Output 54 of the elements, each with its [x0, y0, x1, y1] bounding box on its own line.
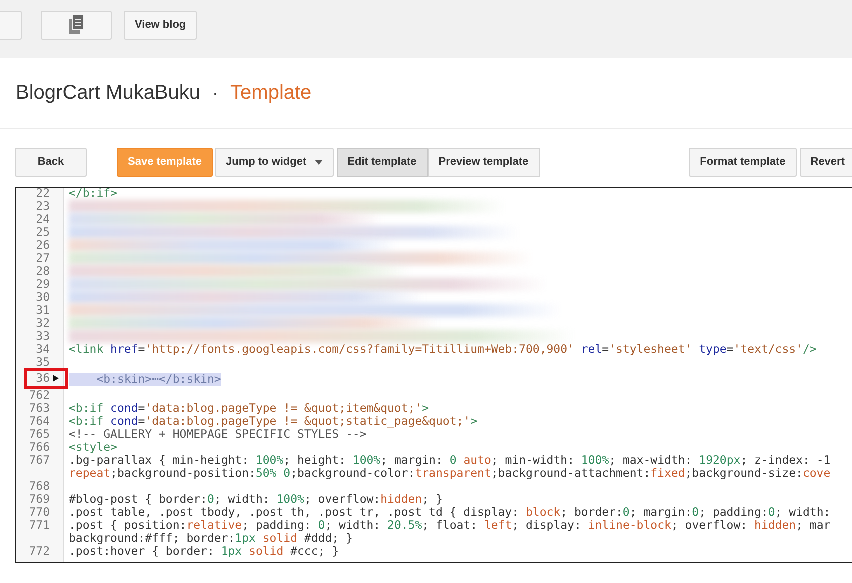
code-line: repeat;background-position:50% 0;background-color:transparent;background-attachment:fixed;background-size:cove	[69, 467, 832, 480]
code-line: .bg-parallax { min-height: 100%; height: 100%; margin: 0 auto; min-width: 100%; max-width: 1920px; z-index: -1	[69, 454, 832, 467]
line-number: 36	[36, 372, 50, 385]
pages-icon	[68, 15, 84, 35]
line-number: 23	[36, 200, 50, 213]
code-line: <b:if cond='data:blog.pageType != &quot;static_page&quot;'>	[69, 415, 479, 428]
line-number: 24	[36, 213, 50, 226]
fold-arrow-icon[interactable]	[53, 375, 59, 382]
line-number: 764	[29, 415, 50, 428]
code-line: <b:if cond='data:blog.pageType != &quot;item&quot;'>	[69, 402, 430, 415]
line-number: 762	[29, 389, 50, 402]
line-number: 769	[29, 493, 50, 506]
line-number: 763	[29, 402, 50, 415]
code-line: </b:if>	[69, 188, 118, 200]
title-separator: ·	[212, 82, 219, 104]
code-line: .post table, .post tbody, .post th, .post tr, .post td { display: block; border:0; margin:0; padding:0; width:	[69, 506, 832, 519]
line-number: 771	[29, 519, 50, 532]
toolbar-button[interactable]: Back	[15, 148, 87, 176]
line-number: 26	[36, 239, 50, 252]
toolbar-button[interactable]: Revert	[800, 148, 852, 176]
dropdown-button[interactable]: Jump to widget	[214, 148, 334, 176]
code-line: .post { position:relative; padding: 0; width: 20.5%; float: left; display: inline-block; overflow: hidden; mar	[69, 519, 832, 532]
line-number: 32	[36, 317, 50, 330]
line-number: 28	[36, 265, 50, 278]
line-number: 25	[36, 226, 50, 239]
mode-tab[interactable]: Edit template	[336, 148, 428, 176]
pages-button[interactable]	[41, 10, 112, 40]
code-line: .post:hover { border: 1px solid #ccc; }	[69, 545, 340, 558]
line-number: 765	[29, 428, 50, 441]
line-number: 22	[36, 188, 50, 200]
line-number: 770	[29, 506, 50, 519]
line-number: 772	[29, 545, 50, 558]
code-line: <link href='http://fonts.googleapis.com/css?family=Titillium+Web:700,900' rel='stylesheet' type='text/css'/>	[69, 343, 818, 356]
code-line: <!-- GALLERY + HOMEPAGE SPECIFIC STYLES -->	[69, 428, 367, 441]
toolbar-button[interactable]: Format template	[689, 148, 797, 176]
code-line: #blog-post { border:0; width: 100%; overflow:hidden; }	[69, 493, 444, 506]
caret-icon	[314, 160, 323, 164]
view-blog-button[interactable]: View blog	[124, 10, 198, 40]
blog-name: BlogrCart MukaBuku	[16, 82, 201, 104]
code-line: <style>	[69, 441, 118, 454]
line-number: 31	[36, 304, 50, 317]
code-editor[interactable]	[15, 187, 852, 563]
line-number: 768	[29, 480, 50, 493]
page-title: Template	[230, 82, 312, 104]
line-number: 30	[36, 291, 50, 304]
line-number: 35	[36, 356, 50, 369]
line-number: 29	[36, 278, 50, 291]
line-number: 767	[29, 454, 50, 467]
line-number: 27	[36, 252, 50, 265]
line-number: 766	[29, 441, 50, 454]
line-number: 34	[36, 343, 50, 356]
mode-tab[interactable]: Preview template	[428, 148, 540, 176]
code-line: background:#fff; border:1px solid #ddd; }	[69, 532, 354, 545]
line-number: 33	[36, 330, 50, 343]
